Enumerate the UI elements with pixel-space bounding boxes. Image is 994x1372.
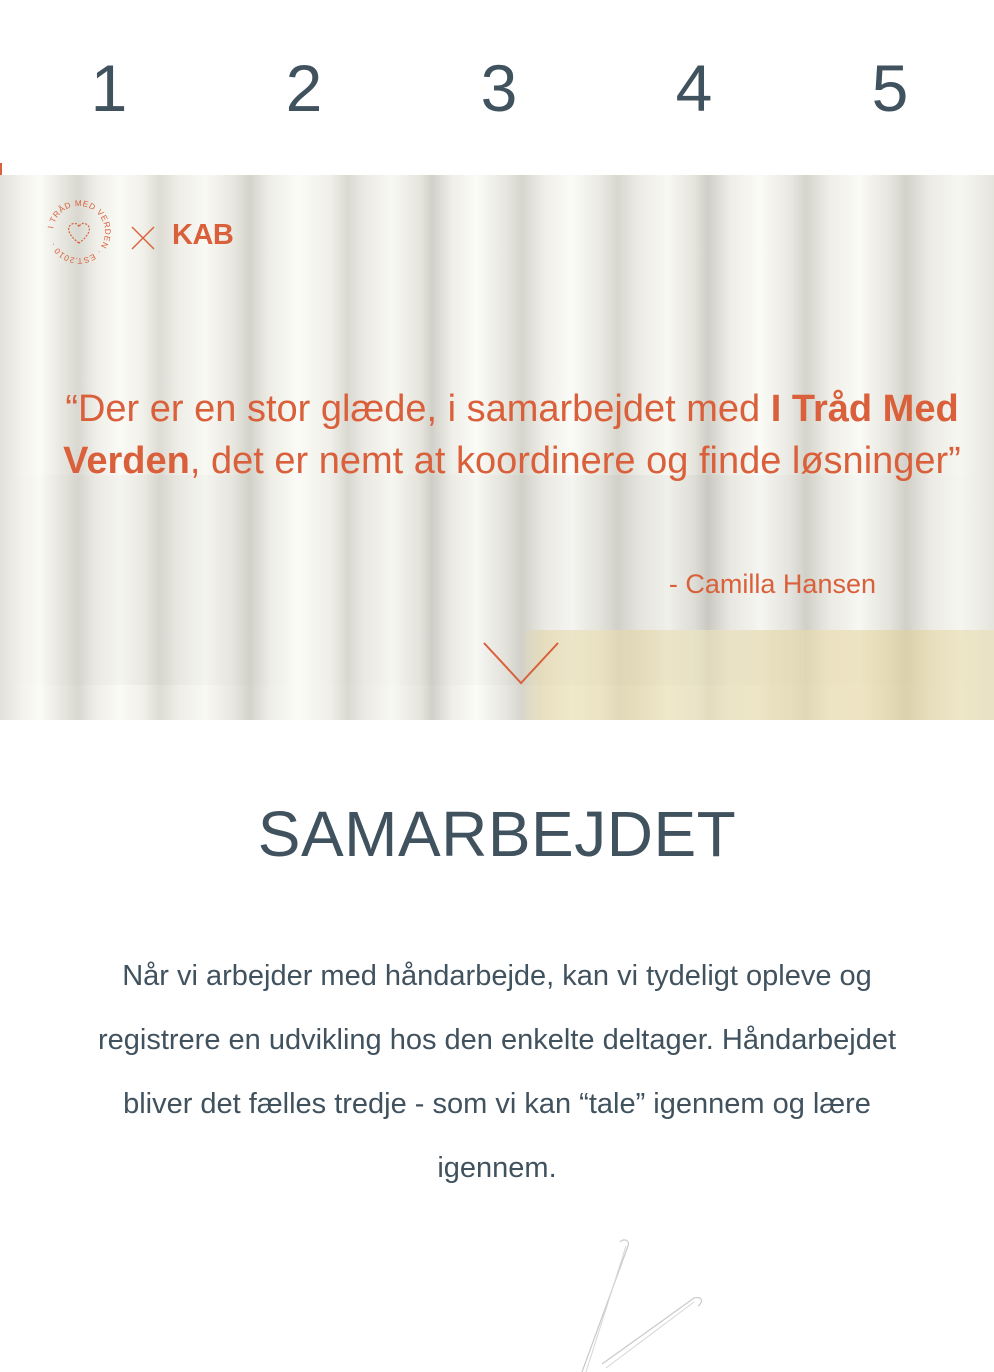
x-icon	[131, 226, 155, 250]
testimonial-quote: “Der er en stor glæde, i samarbejdet med…	[60, 383, 964, 487]
svg-text:I TRÅD MED VERDEN · EST.2010 ·: I TRÅD MED VERDEN · EST.2010 ·	[46, 199, 112, 265]
quote-author: - Camilla Hansen	[668, 569, 876, 599]
step-4[interactable]: 4	[664, 48, 724, 128]
step-1[interactable]: 1	[79, 48, 139, 128]
section-title: SAMARBEJDET	[257, 798, 737, 870]
hero-banner: I TRÅD MED VERDEN · EST.2010 · KAB “Der …	[0, 175, 994, 720]
quote-text-start: “Der er en stor glæde, i samarbejdet med	[65, 388, 771, 430]
step-3[interactable]: 3	[469, 48, 529, 128]
heart-badge-icon: I TRÅD MED VERDEN · EST.2010 ·	[46, 199, 112, 265]
knitting-needles-icon	[581, 1239, 703, 1372]
step-navigation: 1 2 3 4 5	[0, 48, 994, 138]
step-5[interactable]: 5	[860, 48, 920, 128]
page: 1 2 3 4 5 I TRÅD MED VERDEN · EST.2010 ·…	[0, 0, 994, 1372]
accent-marker	[0, 163, 2, 175]
chevron-down-icon[interactable]	[482, 639, 560, 687]
step-2[interactable]: 2	[274, 48, 334, 128]
quote-text-end: , det er nemt at koordinere og finde løs…	[189, 440, 961, 482]
section-body: Når vi arbejder med håndarbejde, kan vi …	[97, 960, 897, 1184]
partner-logo: KAB	[172, 219, 234, 251]
